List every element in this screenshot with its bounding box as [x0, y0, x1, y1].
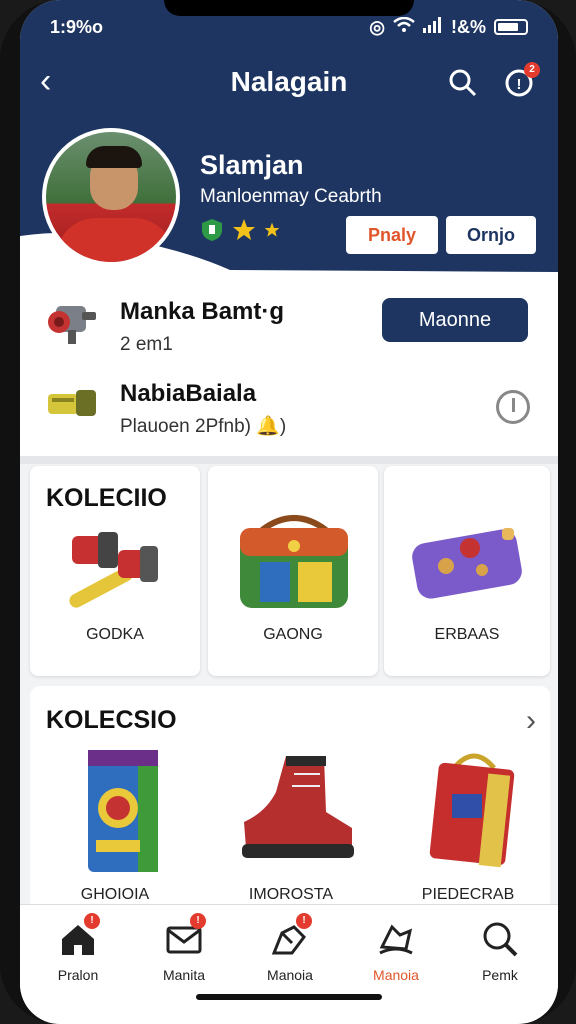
collection-section: KOLECSIO › GHOIOIA IMOROSTA PIEDECRAB: [30, 686, 550, 912]
collection-card[interactable]: ERBAAS: [384, 466, 550, 676]
tab-label: Pemk: [482, 967, 518, 983]
alarm-icon: ◎: [369, 16, 385, 37]
collection-card[interactable]: GAONG: [208, 466, 378, 676]
bag-icon: [240, 515, 348, 608]
tab-label: Manita: [162, 967, 206, 983]
tab-home[interactable]: ! Pralon: [30, 913, 126, 983]
tab-label: Pralon: [57, 967, 99, 983]
alert-badge: 2: [524, 62, 540, 78]
more-button[interactable]: Ornjo: [446, 216, 536, 254]
tab-badge: !: [296, 913, 312, 929]
row-subtitle: 2 em1: [120, 334, 173, 355]
mail-icon: !: [164, 913, 206, 959]
play-button[interactable]: Pnaly: [346, 216, 438, 254]
tab-mail[interactable]: ! Manita: [136, 913, 232, 983]
chip-bag-icon: [88, 750, 158, 872]
tab-search[interactable]: Pemk: [452, 919, 548, 983]
avatar[interactable]: [42, 128, 180, 266]
phone-frame: 1:9%o ◎ !&% ‹ Nalagain ! 2 Slamjan Manlo…: [0, 0, 576, 1024]
divider: [20, 456, 558, 464]
home-icon: !: [58, 913, 100, 959]
manage-button[interactable]: Maonne: [382, 298, 528, 342]
profile-subtitle: Manloenmay Ceabrth: [200, 186, 382, 207]
flag-icon: !: [270, 913, 312, 959]
notch: [164, 0, 414, 16]
status-time: 1:9%o: [50, 16, 104, 37]
row-title: Manka Bamt·g: [120, 298, 285, 325]
item-label: IMOROSTA: [248, 886, 334, 903]
tab-badge: !: [84, 913, 100, 929]
tab-label: Manoia: [267, 967, 313, 983]
case-icon: [412, 528, 522, 599]
item-label: PIEDECRAB: [421, 886, 515, 903]
ship-icon: [376, 919, 416, 959]
status-bar: 1:9%o ◎ !&%: [50, 14, 528, 40]
item-label: GAONG: [263, 626, 323, 643]
signal-text: !&%: [451, 16, 486, 37]
tab-bar: ! Pralon ! Manita ! Manoia Manoia Pemk: [20, 904, 558, 1024]
rating: [200, 218, 280, 242]
tab-badge: !: [190, 913, 206, 929]
tab-ship[interactable]: Manoia: [348, 919, 444, 983]
alert-button[interactable]: ! 2: [504, 62, 540, 98]
nav-bar: ‹ Nalagain ! 2: [20, 60, 558, 104]
star-icon: [233, 219, 255, 240]
star-icon: [264, 222, 280, 237]
profile-name: Slamjan: [200, 150, 304, 180]
search-icon[interactable]: [448, 68, 478, 98]
item-label: GHOIOIA: [80, 886, 150, 903]
row-subtitle: Plauoen 2Pfnb) 🔔): [120, 416, 287, 437]
info-panel: Manka Bamt·g 2 em1 Maonne NabiaBaiala Pl…: [20, 272, 558, 456]
status-icons: ◎ !&%: [369, 16, 528, 38]
svg-text:!: !: [517, 76, 522, 93]
item-label: GODKA: [86, 626, 144, 643]
info-icon[interactable]: [496, 390, 530, 424]
shield-icon: [202, 219, 222, 241]
row-title: NabiaBaiala: [120, 380, 257, 407]
wifi-icon: [393, 16, 415, 38]
collection-card[interactable]: KOLECIIO GODKA: [30, 466, 200, 676]
search-icon: [480, 919, 520, 959]
robot-icon: [48, 306, 96, 344]
tab-label: Manoia: [373, 967, 419, 983]
gift-bag-icon: [429, 753, 515, 868]
section-title: KOLECSIO: [46, 706, 177, 734]
battery-icon: [494, 19, 528, 35]
screen: 1:9%o ◎ !&% ‹ Nalagain ! 2 Slamjan Manlo…: [20, 0, 558, 1024]
section-title: KOLECIIO: [46, 484, 167, 512]
avatar-hair: [86, 146, 142, 168]
item-label: ERBAAS: [434, 626, 500, 643]
boot-icon: [242, 756, 354, 858]
signal-icon: [423, 16, 443, 38]
gear-tool-icon: [48, 390, 96, 416]
chevron-right-icon[interactable]: ›: [526, 704, 536, 738]
hammer-icon: [69, 532, 158, 608]
avatar-shirt: [56, 218, 174, 262]
home-indicator: [196, 994, 382, 1000]
tab-flag[interactable]: ! Manoia: [242, 913, 338, 983]
